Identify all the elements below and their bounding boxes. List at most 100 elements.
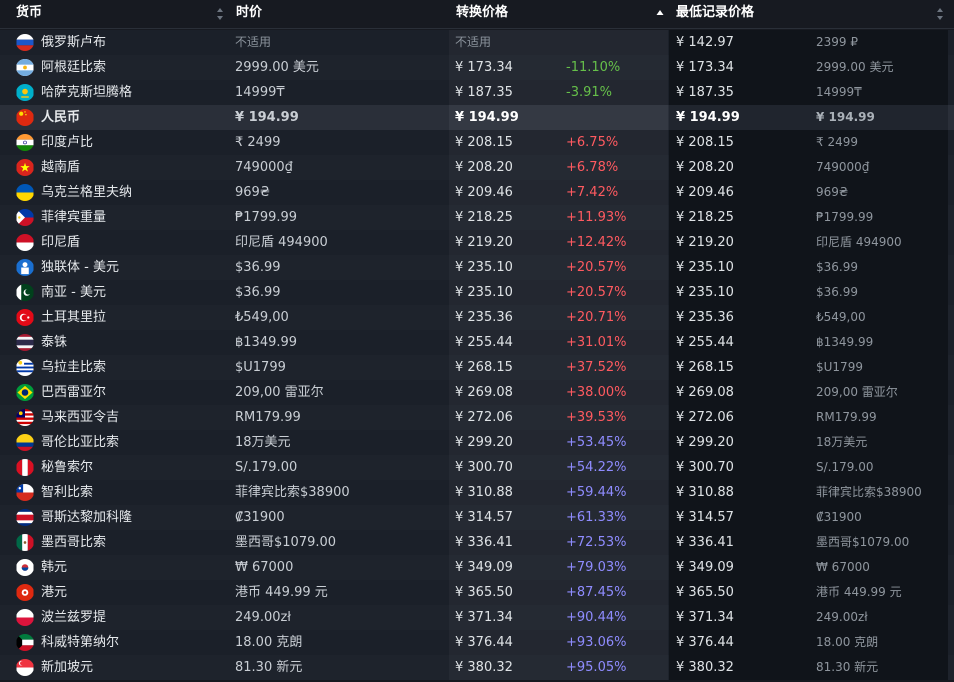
converted-price: ¥ 218.25 xyxy=(455,210,513,225)
lowest-converted-price: ¥ 187.35 xyxy=(676,85,734,100)
currency-name: 菲律宾重量 xyxy=(41,210,107,225)
currency-name: 墨西哥比索 xyxy=(41,535,107,550)
table-row: 菲律宾重量 ₱1799.99 ¥ 218.25 +11.93% ¥ 218.25 ₱179… xyxy=(0,205,954,230)
column-header-price[interactable]: 时价 xyxy=(236,0,262,28)
table-row: 乌拉圭比索 $U1799 ¥ 268.15 +37.52% ¥ 268.15 $U1799 xyxy=(0,355,954,380)
lowest-converted-price: ¥ 208.15 xyxy=(676,135,734,150)
column-header-converted[interactable]: 转换价格 xyxy=(456,0,508,28)
converted-price: ¥ 208.20 xyxy=(455,160,513,175)
flag-ua-icon xyxy=(16,184,34,201)
flag-cis-icon xyxy=(16,259,34,276)
local-price: 不适用 xyxy=(235,35,272,49)
converted-price: ¥ 314.57 xyxy=(455,510,513,525)
lowest-local-price: 18.00 克朗 xyxy=(816,635,879,649)
currency-name: 新加坡元 xyxy=(41,660,94,675)
currency-name: 阿根廷比索 xyxy=(41,60,107,75)
column-header-currency[interactable]: 货币 xyxy=(16,0,42,28)
currency-name: 韩元 xyxy=(41,560,68,575)
lowest-local-price: 2399 ₽ xyxy=(816,35,858,49)
flag-ph-icon xyxy=(16,209,34,226)
lowest-converted-price: ¥ 336.41 xyxy=(676,535,734,550)
price-difference-percent: +11.93% xyxy=(566,210,627,225)
lowest-converted-price: ¥ 310.88 xyxy=(676,485,734,500)
currency-name: 巴西雷亚尔 xyxy=(41,385,107,400)
local-price: 菲律宾比索$38900 xyxy=(235,485,350,500)
converted-price: ¥ 235.10 xyxy=(455,285,513,300)
lowest-local-price: ₺549,00 xyxy=(816,310,866,324)
sort-ascending-icon[interactable] xyxy=(656,7,664,21)
lowest-converted-price: ¥ 314.57 xyxy=(676,510,734,525)
currency-name: 俄罗斯卢布 xyxy=(41,35,107,50)
flag-th-icon xyxy=(16,334,34,351)
flag-co-icon xyxy=(16,434,34,451)
lowest-local-price: RM179.99 xyxy=(816,410,877,424)
table-row: 墨西哥比索 墨西哥$1079.00 ¥ 336.41 +72.53% ¥ 336.41 墨… xyxy=(0,530,954,555)
flag-cr-icon xyxy=(16,509,34,526)
sort-both-icon[interactable] xyxy=(216,7,224,21)
lowest-converted-price: ¥ 268.15 xyxy=(676,360,734,375)
lowest-local-price: 印尼盾 494900 xyxy=(816,235,902,249)
flag-kz-icon xyxy=(16,84,34,101)
lowest-converted-price: ¥ 269.08 xyxy=(676,385,734,400)
lowest-converted-price: ¥ 235.10 xyxy=(676,260,734,275)
converted-price: ¥ 269.08 xyxy=(455,385,513,400)
currency-name: 哥斯达黎加科隆 xyxy=(41,510,133,525)
flag-pe-icon xyxy=(16,459,34,476)
currency-name: 哥伦比亚比索 xyxy=(41,435,120,450)
currency-name: 科威特第纳尔 xyxy=(41,635,120,650)
converted-price: ¥ 272.06 xyxy=(455,410,513,425)
lowest-local-price: 菲律宾比索$38900 xyxy=(816,485,922,499)
converted-price: ¥ 187.35 xyxy=(455,85,513,100)
local-price: ₹ 2499 xyxy=(235,135,281,150)
table-row: 科威特第纳尔 18.00 克朗 ¥ 376.44 +93.06% ¥ 376.44 18.… xyxy=(0,630,954,655)
lowest-converted-price: ¥ 371.34 xyxy=(676,610,734,625)
lowest-local-price: 81.30 新元 xyxy=(816,660,879,674)
local-price: $36.99 xyxy=(235,260,281,275)
lowest-local-price: S/.179.00 xyxy=(816,460,874,474)
flag-my-icon xyxy=(16,409,34,426)
currency-name: 独联体 - 美元 xyxy=(41,260,119,275)
table-row: 泰铢 ฿1349.99 ¥ 255.44 +31.01% ¥ 255.44 ฿1349.9… xyxy=(0,330,954,355)
local-price: S/.179.00 xyxy=(235,460,298,475)
lowest-converted-price: ¥ 300.70 xyxy=(676,460,734,475)
converted-price: ¥ 209.46 xyxy=(455,185,513,200)
local-price: 2999.00 美元 xyxy=(235,60,319,75)
lowest-converted-price: ¥ 235.10 xyxy=(676,285,734,300)
table-row: 南亚 - 美元 $36.99 ¥ 235.10 +20.57% ¥ 235.10 $36.… xyxy=(0,280,954,305)
table-row: 土耳其里拉 ₺549,00 ¥ 235.36 +20.71% ¥ 235.36 ₺549,… xyxy=(0,305,954,330)
currency-name: 印尼盾 xyxy=(41,235,81,250)
converted-price: ¥ 268.15 xyxy=(455,360,513,375)
price-difference-percent: +31.01% xyxy=(566,335,627,350)
lowest-converted-price: ¥ 208.20 xyxy=(676,160,734,175)
local-price: 969₴ xyxy=(235,185,270,200)
sort-both-icon[interactable] xyxy=(936,7,944,21)
lowest-converted-price: ¥ 235.36 xyxy=(676,310,734,325)
local-price: 墨西哥$1079.00 xyxy=(235,535,337,550)
table-row: 哥伦比亚比索 18万美元 ¥ 299.20 +53.45% ¥ 299.20 18万美元 xyxy=(0,430,954,455)
flag-hk-icon xyxy=(16,584,34,601)
table-row: 印尼盾 印尼盾 494900 ¥ 219.20 +12.42% ¥ 219.20 印尼盾 … xyxy=(0,230,954,255)
lowest-local-price: 209,00 雷亚尔 xyxy=(816,385,898,399)
price-difference-percent: +61.33% xyxy=(566,510,627,525)
local-price: ₩ 67000 xyxy=(235,560,294,575)
lowest-local-price: ₹ 2499 xyxy=(816,135,858,149)
table-row: 人民币 ¥ 194.99 ¥ 194.99 ¥ 194.99 ¥ 194.99 xyxy=(0,105,954,130)
table-row: 独联体 - 美元 $36.99 ¥ 235.10 +20.57% ¥ 235.10 $36… xyxy=(0,255,954,280)
price-difference-percent: -11.10% xyxy=(566,60,621,75)
currency-name: 乌克兰格里夫纳 xyxy=(41,185,133,200)
local-price: 14999₸ xyxy=(235,85,285,100)
column-header-lowest[interactable]: 最低记录价格 xyxy=(676,0,754,28)
lowest-converted-price: ¥ 194.99 xyxy=(676,110,740,125)
lowest-local-price: $U1799 xyxy=(816,360,863,374)
table-row: 哥斯达黎加科隆 ₡31900 ¥ 314.57 +61.33% ¥ 314.57 ₡319… xyxy=(0,505,954,530)
lowest-converted-price: ¥ 365.50 xyxy=(676,585,734,600)
price-difference-percent: +6.75% xyxy=(566,135,619,150)
table-row: 越南盾 749000₫ ¥ 208.20 +6.78% ¥ 208.20 749000₫ xyxy=(0,155,954,180)
local-price: 209,00 雷亚尔 xyxy=(235,385,324,400)
price-difference-percent: +37.52% xyxy=(566,360,627,375)
lowest-local-price: ₡31900 xyxy=(816,510,862,524)
currency-name: 南亚 - 美元 xyxy=(41,285,106,300)
flag-uy-icon xyxy=(16,359,34,376)
lowest-converted-price: ¥ 255.44 xyxy=(676,335,734,350)
currency-name: 土耳其里拉 xyxy=(41,310,107,325)
